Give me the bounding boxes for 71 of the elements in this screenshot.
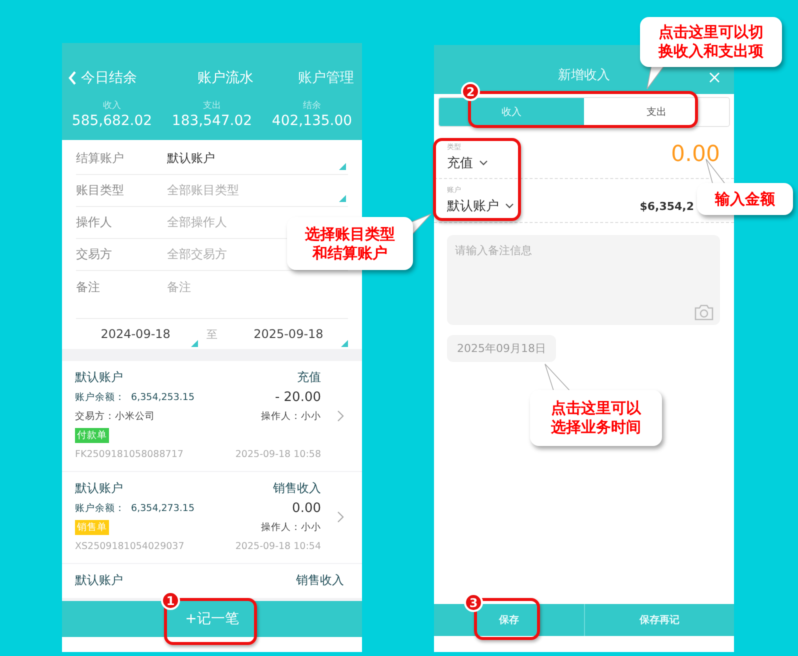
summary-label: 支出 bbox=[202, 100, 221, 112]
filter-label: 账目类型 bbox=[76, 182, 125, 199]
filter-field[interactable]: 备注 bbox=[167, 279, 191, 296]
account-balance: $6,354,2 bbox=[640, 200, 694, 213]
end-date-field[interactable]: 2025-09-18 bbox=[228, 327, 348, 341]
callout-text: 选择业务时间 bbox=[551, 418, 641, 437]
back-chevron-icon[interactable] bbox=[68, 71, 77, 85]
camera-icon[interactable] bbox=[694, 304, 714, 321]
page-title: 账户流水 bbox=[198, 69, 254, 87]
filter-field[interactable]: 全部账目类型 bbox=[167, 182, 239, 199]
record-operator: 操作人：小小 bbox=[261, 520, 321, 534]
record-account: 默认账户 bbox=[75, 480, 123, 497]
record-number: FK2509181058088717 bbox=[75, 448, 184, 460]
tab[interactable]: 收入 bbox=[439, 98, 584, 126]
account-management-link[interactable]: 账户管理 bbox=[298, 69, 354, 87]
close-icon[interactable] bbox=[709, 72, 720, 83]
summary-label: 收入 bbox=[102, 100, 121, 112]
filter-field[interactable]: 全部操作人 bbox=[167, 214, 227, 231]
summary-value: 402,135.00 bbox=[272, 113, 352, 129]
filter-value[interactable]: 默认账户 bbox=[167, 150, 215, 167]
amount-field[interactable]: 0.00 bbox=[671, 142, 720, 167]
record-amount: - 20.00 bbox=[274, 390, 321, 404]
account-dropdown[interactable]: 默认账户 bbox=[447, 197, 514, 215]
callout-text: 输入金额 bbox=[715, 190, 775, 208]
record-account: 默认账户 bbox=[75, 572, 123, 589]
dropdown-corner-icon bbox=[339, 163, 346, 170]
back-button[interactable]: 今日结余 bbox=[68, 69, 137, 87]
type-dropdown[interactable]: 充值 bbox=[447, 154, 488, 172]
filter-label: 交易方 bbox=[76, 246, 113, 263]
start-date-field[interactable]: 2024-09-18 bbox=[76, 327, 196, 341]
dialog-title: 新增收入 bbox=[558, 67, 610, 84]
summary-label: 结余 bbox=[302, 100, 321, 112]
note-field[interactable]: 请输入备注信息 bbox=[447, 235, 720, 325]
record-time: 2025-09-18 10:54 bbox=[235, 540, 321, 552]
record-card[interactable]: 默认账户 销售收入 账户余额： 6,354,273.15 0.00 销售单 操作人：小小 XS2509181054029037 2025-09-18 10:54 bbox=[62, 472, 362, 563]
record-tag: 销售单 bbox=[75, 520, 109, 534]
dropdown-corner-icon bbox=[339, 195, 346, 202]
callout-text: 点击这里可以 bbox=[551, 399, 641, 418]
filter-label: 操作人 bbox=[76, 214, 113, 231]
chevron-right-icon bbox=[337, 511, 344, 523]
dropdown-corner-icon bbox=[341, 340, 348, 347]
callout-text: 换收入和支出项 bbox=[658, 42, 764, 61]
record-amount: 0.00 bbox=[292, 500, 321, 516]
filter-label: 结算账户 bbox=[76, 150, 125, 167]
chevron-down-icon bbox=[505, 203, 514, 209]
callout-text: 点击这里可以切 bbox=[658, 23, 764, 42]
filter-label: 备注 bbox=[76, 279, 101, 296]
record-category: 销售收入 bbox=[296, 572, 344, 589]
save-button[interactable]: 保存再记 bbox=[584, 604, 734, 636]
date-separator: 至 bbox=[206, 326, 218, 342]
filter-field[interactable]: 全部交易方 bbox=[167, 246, 227, 263]
record-time: 2025-09-18 10:58 bbox=[235, 448, 321, 460]
record-balance: 账户余额： 6,354,273.15 bbox=[75, 502, 194, 514]
record-category: 充值 bbox=[297, 369, 321, 386]
add-record-button[interactable]: +记一笔 bbox=[185, 610, 239, 628]
dropdown-corner-icon bbox=[191, 340, 198, 347]
callout-text: 和结算账户 bbox=[312, 244, 388, 262]
record-category: 销售收入 bbox=[273, 480, 321, 497]
chevron-right-icon bbox=[337, 410, 344, 422]
record-balance: 账户余额： 6,354,253.15 bbox=[75, 390, 194, 404]
date-picker-button[interactable]: 2025年09月18日 bbox=[447, 335, 556, 362]
record-card[interactable]: 默认账户 充值 账户余额： 6,354,253.15 - 20.00 交易方：小米公司 操作人：小小 付款单 FK2509181058088717 2025-09-18 10:58 bbox=[62, 361, 362, 471]
record-account: 默认账户 bbox=[75, 369, 123, 386]
record-counterparty: 交易方：小米公司 bbox=[75, 410, 155, 422]
record-tag: 付款单 bbox=[75, 428, 109, 442]
record-number: XS2509181054029037 bbox=[75, 540, 184, 552]
chevron-down-icon bbox=[479, 160, 488, 166]
record-operator: 操作人：小小 bbox=[261, 410, 321, 422]
summary-value: 183,547.02 bbox=[172, 113, 252, 129]
callout-text: 选择账目类型 bbox=[305, 224, 395, 244]
summary-value: 585,682.02 bbox=[72, 113, 152, 129]
